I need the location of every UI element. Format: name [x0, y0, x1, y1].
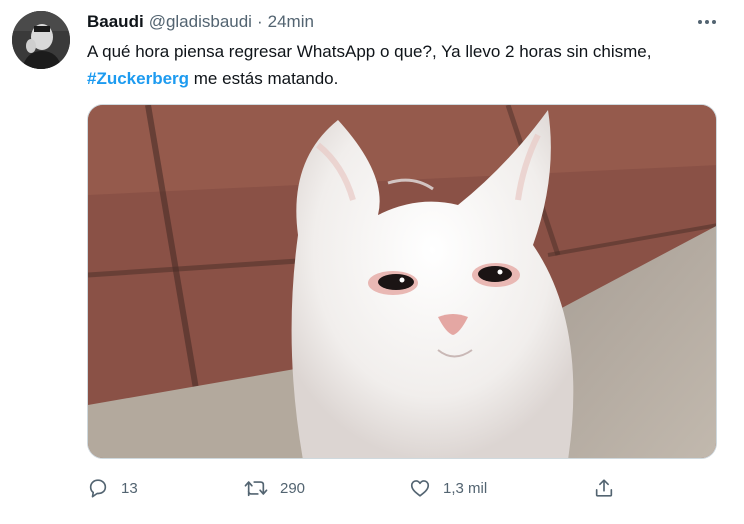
- reply-count: 13: [121, 479, 138, 497]
- tweet-text-before: A qué hora piensa regresar WhatsApp o qu…: [87, 42, 652, 61]
- tweet-timestamp[interactable]: 24min: [268, 12, 314, 32]
- tweet-text: A qué hora piensa regresar WhatsApp o qu…: [87, 38, 727, 92]
- hashtag-link[interactable]: #Zuckerberg: [87, 69, 189, 88]
- like-button[interactable]: 1,3 mil: [409, 474, 487, 502]
- avatar[interactable]: [12, 11, 70, 69]
- tweet-media-image[interactable]: [87, 104, 717, 459]
- tweet-header: Baaudi @gladisbaudi · 24min: [87, 12, 314, 34]
- more-icon[interactable]: [694, 12, 720, 32]
- share-button[interactable]: [593, 474, 615, 502]
- tweet-text-after: me estás matando.: [189, 69, 339, 88]
- reply-icon: [87, 477, 109, 499]
- like-count: 1,3 mil: [443, 479, 488, 497]
- tweet-actions: 13 290 1,3 mil: [87, 474, 727, 502]
- author-name[interactable]: Baaudi: [87, 12, 144, 32]
- heart-icon: [409, 477, 431, 499]
- share-icon: [593, 477, 615, 499]
- tweet-card[interactable]: Baaudi @gladisbaudi · 24min A qué hora p…: [0, 0, 744, 524]
- reply-button[interactable]: 13: [87, 474, 138, 502]
- retweet-icon: [244, 477, 268, 499]
- separator-dot: ·: [256, 12, 263, 31]
- retweet-button[interactable]: 290: [244, 474, 305, 502]
- author-handle[interactable]: @gladisbaudi: [149, 12, 252, 32]
- retweet-count: 290: [280, 479, 306, 497]
